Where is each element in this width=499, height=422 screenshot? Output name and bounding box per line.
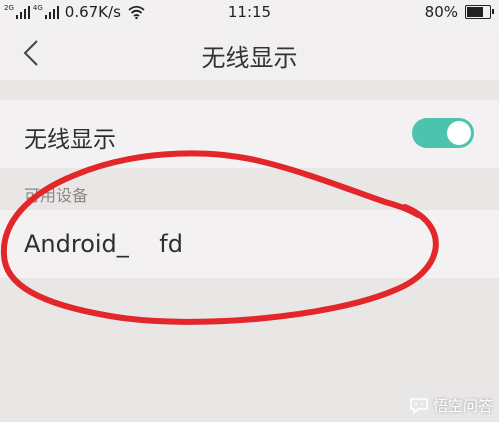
device-name: Android_ fd [24,230,183,258]
navigation-bar: 无线显示 [0,26,499,80]
available-devices-header: 可用设备 [24,186,89,205]
battery-percent: 80% [424,3,458,21]
battery-icon [465,5,494,19]
wireless-display-row[interactable]: 无线显示 [0,100,499,168]
wireless-display-label: 无线显示 [24,127,116,153]
chat-bubble-icon [410,397,428,415]
toggle-knob [447,121,471,145]
watermark: 悟空问答 [409,395,493,416]
status-right: 80% [424,3,494,21]
page-title: 无线显示 [201,44,298,72]
wireless-display-toggle[interactable] [412,118,474,148]
status-bar: 2G 4G 0.67K/s 11:15 80% [0,0,499,26]
watermark-text: 悟空问答 [432,397,493,415]
battery-level [467,7,483,17]
device-list-item[interactable]: Android_ fd [0,210,499,278]
